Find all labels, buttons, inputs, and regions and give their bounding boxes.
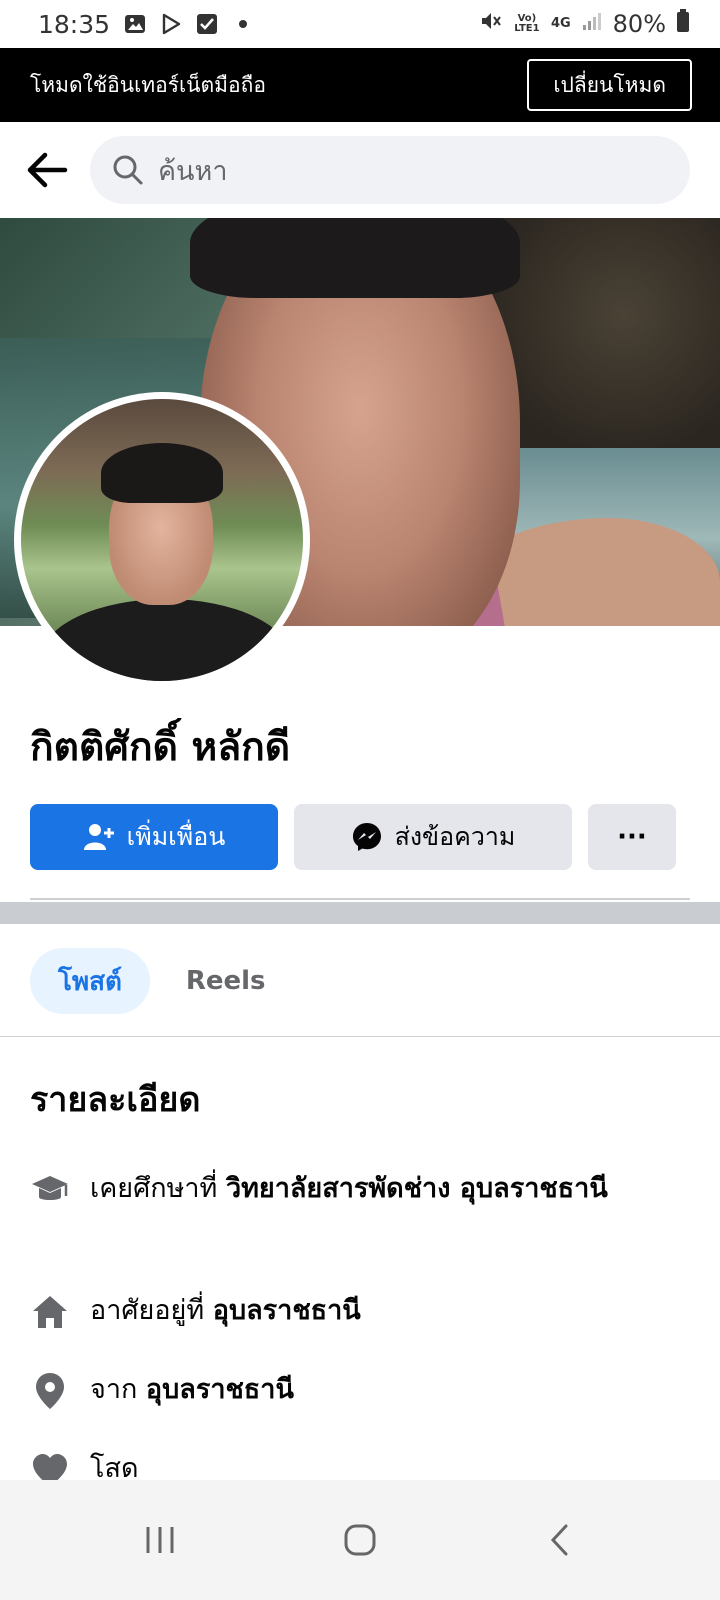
signal-icon [581,10,603,38]
back-arrow-icon [27,152,68,188]
detail-lives-in-prefix: อาศัยอยู่ที่ [90,1295,213,1326]
tabs-divider [0,1036,720,1037]
tab-reels[interactable]: Reels [186,948,266,1014]
location-pin-icon [30,1371,70,1411]
recent-apps-icon [146,1527,174,1553]
section-separator [0,902,720,924]
profile-tabs: โพสต์ Reels [30,948,266,1014]
battery-percent: 80% [612,10,666,38]
detail-from-prefix: จาก [90,1374,146,1405]
more-icon: ··· [617,822,647,852]
add-friend-icon [83,822,115,852]
search-placeholder: ค้นหา [158,155,228,187]
status-bar: 18:35 Vo) LTE1 4G 80% [0,0,720,48]
home-circle-icon [344,1524,376,1556]
recent-apps-button[interactable] [130,1510,190,1570]
message-button[interactable]: ส่งข้อความ [294,804,572,870]
system-nav-bar [0,1480,720,1600]
detail-from-value[interactable]: อุบลราชธานี [146,1374,294,1405]
home-button[interactable] [330,1510,390,1570]
home-icon [30,1292,70,1332]
detail-lives-in-value[interactable]: อุบลราชธานี [213,1295,361,1326]
detail-education-value[interactable]: วิทยาลัยสารพัดช่าง อุบลราชธานี [226,1173,608,1204]
back-button[interactable] [22,145,72,195]
add-friend-label: เพิ่มเพื่อน [126,822,226,851]
detail-education: เคยศึกษาที่ วิทยาลัยสารพัดช่าง อุบลราชธา… [30,1166,690,1212]
detail-from: จาก อุบลราชธานี [30,1367,690,1413]
add-friend-button[interactable]: เพิ่มเพื่อน [30,804,278,870]
profile-name: กิตติศักดิ์ หลักดี [30,725,291,770]
mute-icon [479,9,503,39]
detail-lives-in: อาศัยอยู่ที่ อุบลราชธานี [30,1288,690,1334]
system-back-button[interactable] [530,1510,590,1570]
data-mode-text: โหมดใช้อินเทอร์เน็ตมือถือ [30,72,266,97]
data-mode-banner: โหมดใช้อินเทอร์เน็ตมือถือ เปลี่ยนโหมด [0,48,720,122]
gallery-icon [124,13,146,35]
notification-dot-icon [232,13,254,35]
checkbox-icon [196,13,218,35]
search-input[interactable]: ค้นหา [90,136,690,204]
details-heading: รายละเอียด [30,1080,201,1120]
messenger-icon [351,821,383,853]
play-store-icon [160,13,182,35]
chevron-left-icon [550,1524,568,1556]
search-header: ค้นหา [0,122,720,218]
search-icon [113,155,143,185]
divider [30,898,690,900]
message-label: ส่งข้อความ [394,822,516,851]
volte-indicator: Vo) LTE1 [514,13,540,34]
switch-mode-button[interactable]: เปลี่ยนโหมด [527,59,692,111]
network-type: 4G [550,16,571,31]
status-time: 18:35 [38,9,111,39]
battery-icon [676,9,690,39]
more-options-button[interactable]: ··· [588,804,676,870]
graduation-cap-icon [30,1170,70,1210]
profile-actions: เพิ่มเพื่อน ส่งข้อความ ··· [30,804,690,870]
tab-posts[interactable]: โพสต์ [30,948,150,1014]
detail-education-prefix: เคยศึกษาที่ [90,1173,226,1204]
profile-avatar[interactable] [14,392,310,688]
